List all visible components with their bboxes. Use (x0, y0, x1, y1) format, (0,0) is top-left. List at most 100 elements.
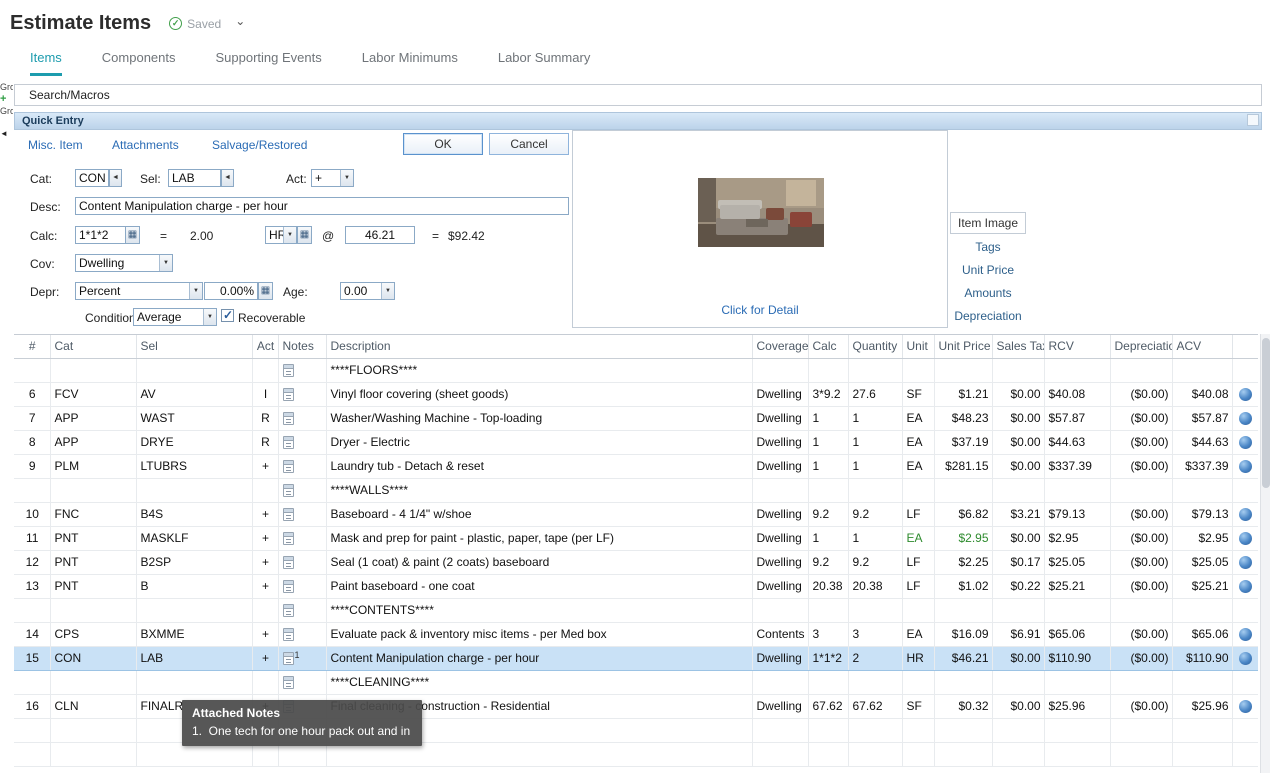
column-header-description[interactable]: Description (326, 335, 752, 358)
condition-dropdown[interactable]: Average (133, 308, 217, 326)
info-icon[interactable] (1239, 532, 1252, 545)
table-row-item-9[interactable]: 9PLMLTUBRS+Laundry tub - Detach & resetD… (14, 454, 1258, 478)
column-header-unit-price[interactable]: Unit Price (934, 335, 992, 358)
tab-labor-minimums[interactable]: Labor Minimums (362, 50, 458, 76)
click-for-detail-link[interactable]: Click for Detail (573, 303, 947, 317)
cat-lookup-button[interactable] (109, 169, 122, 187)
desc-input[interactable]: Content Manipulation charge - per hour (75, 197, 569, 215)
scrollbar-thumb[interactable] (1262, 338, 1270, 488)
item-image[interactable] (698, 178, 824, 247)
info-icon[interactable] (1239, 460, 1252, 473)
tab-supporting-events[interactable]: Supporting Events (216, 50, 322, 76)
note-icon[interactable] (283, 604, 294, 617)
image-panel-tab-tags[interactable]: Tags (950, 240, 1026, 254)
column-header-act[interactable]: Act (252, 335, 278, 358)
info-icon[interactable] (1239, 556, 1252, 569)
info-icon[interactable] (1239, 652, 1252, 665)
calc-input[interactable]: 1*1*2 (75, 226, 126, 244)
depreciation-calculator-icon[interactable] (258, 282, 273, 300)
info-icon[interactable] (1239, 508, 1252, 521)
table-row-item-11[interactable]: 11PNTMASKLF+Mask and prep for paint - pl… (14, 526, 1258, 550)
note-icon[interactable] (283, 628, 294, 641)
note-icon[interactable] (283, 364, 294, 377)
table-row-group[interactable]: ****CLEANING**** (14, 670, 1258, 694)
coverage-dropdown[interactable]: Dwelling (75, 254, 173, 272)
table-row-item-13[interactable]: 13PNTB+Paint baseboard - one coatDwellin… (14, 574, 1258, 598)
quick-entry-link-attachments[interactable]: Attachments (112, 138, 179, 152)
depreciation-percent-input[interactable]: 0.00% (204, 282, 258, 300)
info-icon[interactable] (1239, 412, 1252, 425)
table-row-group[interactable]: ****FLOORS**** (14, 358, 1258, 382)
unit-dropdown[interactable]: HR (265, 226, 297, 244)
note-icon[interactable] (283, 388, 294, 401)
calculator-icon[interactable] (125, 226, 140, 244)
info-icon[interactable] (1239, 628, 1252, 641)
column-header-calc[interactable]: Calc (808, 335, 848, 358)
tab-items[interactable]: Items (30, 50, 62, 76)
table-row-item-12[interactable]: 12PNTB2SP+Seal (1 coat) & paint (2 coats… (14, 550, 1258, 574)
tab-components[interactable]: Components (102, 50, 176, 76)
info-icon[interactable] (1239, 700, 1252, 713)
quick-entry-link-salvage-restored[interactable]: Salvage/Restored (212, 138, 307, 152)
depreciation-type-dropdown[interactable]: Percent (75, 282, 203, 300)
ok-button[interactable]: OK (403, 133, 483, 155)
table-row-item-15[interactable]: 15CONLAB+1Content Manipulation charge - … (14, 646, 1258, 670)
note-icon[interactable] (283, 484, 294, 497)
image-panel-tab-item-image[interactable]: Item Image (950, 212, 1026, 234)
column-header-quantity[interactable]: Quantity (848, 335, 902, 358)
column-header-depreciation[interactable]: Depreciation (1110, 335, 1172, 358)
tab-labor-summary[interactable]: Labor Summary (498, 50, 590, 76)
note-icon[interactable] (283, 652, 294, 665)
search-macros-bar[interactable]: Search/Macros (14, 84, 1262, 106)
column-header-sales-tax[interactable]: Sales Tax (992, 335, 1044, 358)
note-icon[interactable] (283, 532, 294, 545)
vertical-scrollbar[interactable] (1260, 334, 1270, 773)
quick-entry-header: Quick Entry (14, 112, 1262, 130)
table-row-group[interactable]: ****CONTENTS**** (14, 598, 1258, 622)
act-dropdown[interactable]: + (311, 169, 354, 187)
quick-entry-link-misc-item[interactable]: Misc. Item (28, 138, 83, 152)
column-header-icons[interactable] (1232, 335, 1258, 358)
note-icon[interactable] (283, 460, 294, 473)
unit-grid-icon[interactable] (297, 226, 312, 244)
column-header-sel[interactable]: Sel (136, 335, 252, 358)
rate-input[interactable]: 46.21 (345, 226, 415, 244)
image-panel-tab-depreciation[interactable]: Depreciation (950, 309, 1026, 323)
info-icon[interactable] (1239, 580, 1252, 593)
table-row-item-10[interactable]: 10FNCB4S+Baseboard - 4 1/4" w/shoeDwelli… (14, 502, 1258, 526)
column-header-acv[interactable]: ACV (1172, 335, 1232, 358)
saved-chevron-icon[interactable] (235, 17, 245, 31)
table-row-item-14[interactable]: 14CPSBXMME+Evaluate pack & inventory mis… (14, 622, 1258, 646)
column-header-rcv[interactable]: RCV (1044, 335, 1110, 358)
recoverable-checkbox[interactable] (221, 309, 234, 322)
note-icon[interactable] (283, 436, 294, 449)
image-panel-tab-amounts[interactable]: Amounts (950, 286, 1026, 300)
column-header-unit[interactable]: Unit (902, 335, 934, 358)
note-icon[interactable] (283, 580, 294, 593)
table-row-item-6[interactable]: 6FCVAVIVinyl floor covering (sheet goods… (14, 382, 1258, 406)
column-header-[interactable]: # (14, 335, 50, 358)
table-row-group[interactable]: ****WALLS**** (14, 478, 1258, 502)
column-header-coverage[interactable]: Coverage (752, 335, 808, 358)
note-icon[interactable] (283, 676, 294, 689)
info-icon[interactable] (1239, 436, 1252, 449)
collapsed-groups-panel[interactable]: Gro Gro (0, 82, 13, 138)
cancel-button[interactable]: Cancel (489, 133, 569, 155)
cat-input[interactable]: CON (75, 169, 109, 187)
info-icon[interactable] (1239, 388, 1252, 401)
column-header-notes[interactable]: Notes (278, 335, 326, 358)
image-panel-tab-unit-price[interactable]: Unit Price (950, 263, 1026, 277)
panel-collapse-arrow-icon[interactable] (0, 129, 8, 138)
column-header-cat[interactable]: Cat (50, 335, 136, 358)
table-row-item-7[interactable]: 7APPWASTRWasher/Washing Machine - Top-lo… (14, 406, 1258, 430)
sel-input[interactable]: LAB (168, 169, 221, 187)
note-icon[interactable] (283, 556, 294, 569)
add-group-icon[interactable] (0, 94, 6, 104)
age-dropdown[interactable]: 0.00 (340, 282, 395, 300)
quick-entry-collapse-button[interactable] (1247, 114, 1259, 126)
table-row-item-8[interactable]: 8APPDRYERDryer - ElectricDwelling11EA$37… (14, 430, 1258, 454)
cell-act: + (252, 502, 278, 526)
sel-lookup-button[interactable] (221, 169, 234, 187)
note-icon[interactable] (283, 508, 294, 521)
note-icon[interactable] (283, 412, 294, 425)
